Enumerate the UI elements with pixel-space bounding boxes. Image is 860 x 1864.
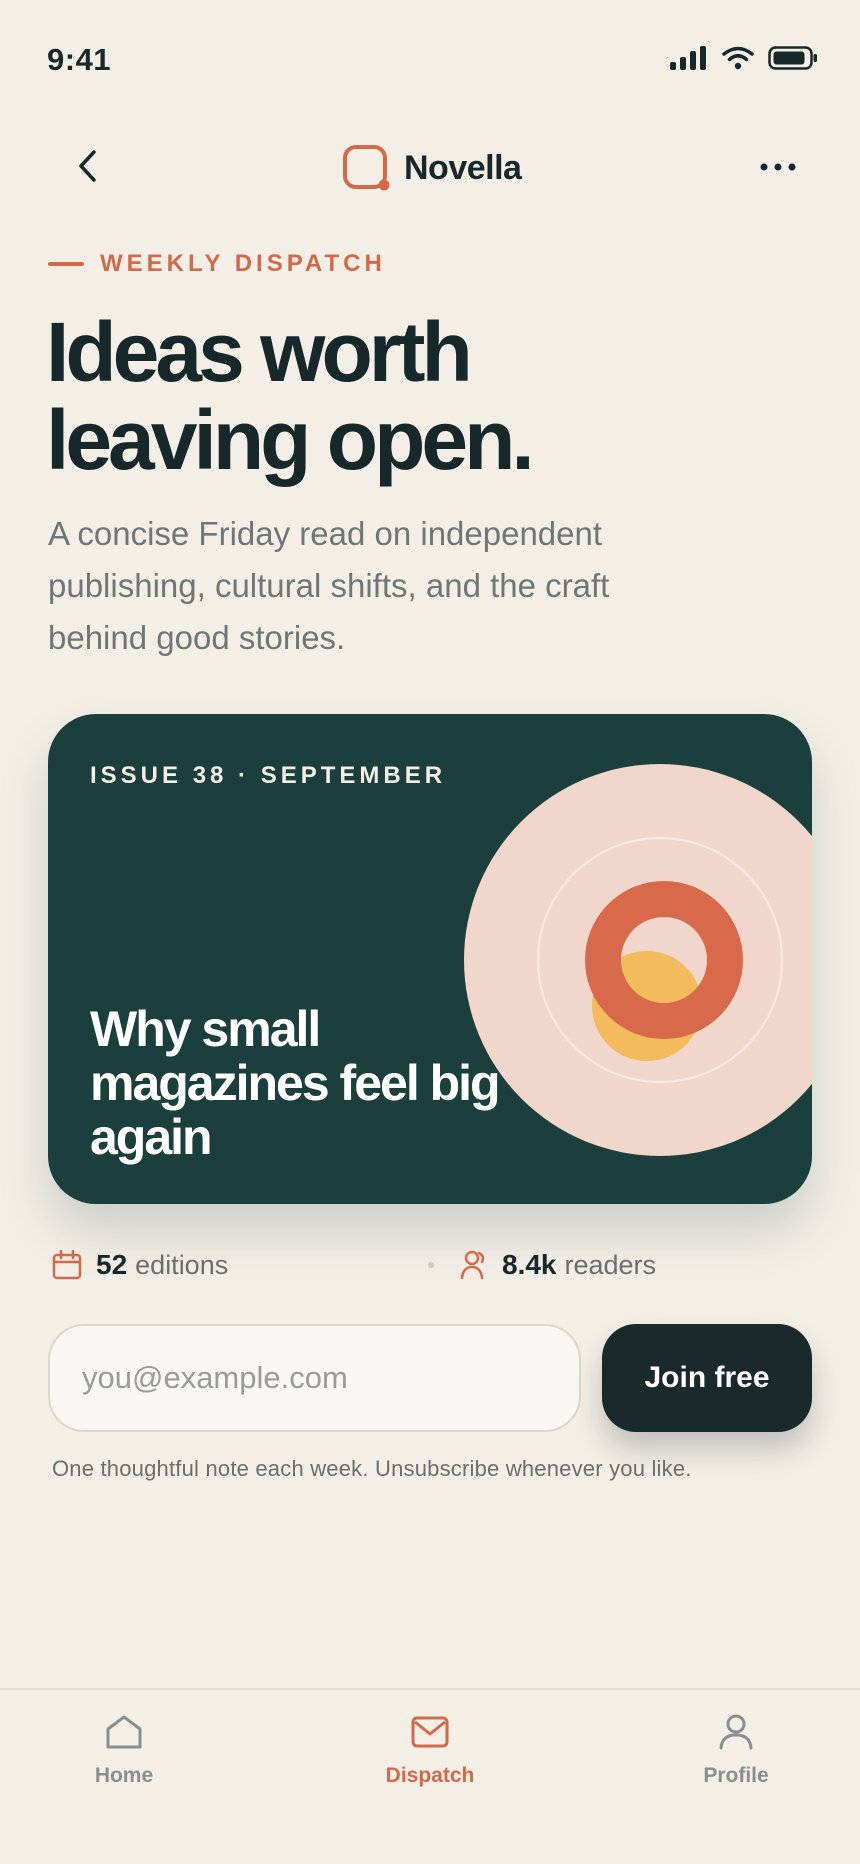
readers-label: readers — [564, 1249, 657, 1280]
tab-profile[interactable]: Profile — [666, 1714, 806, 1788]
signal-icon — [670, 46, 706, 70]
tab-profile-label: Profile — [703, 1764, 769, 1787]
novella-logo-icon — [343, 145, 390, 191]
page-subtitle: A concise Friday read on independent pub… — [48, 515, 610, 656]
status-icons — [670, 46, 818, 70]
email-field[interactable] — [48, 1324, 581, 1432]
issue-label: ISSUE 38 · SEPTEMBER — [90, 762, 447, 789]
status-time: 9:41 — [47, 42, 112, 77]
eyebrow-text: WEEKLY DISPATCH — [100, 250, 386, 277]
stats-separator — [428, 1262, 434, 1268]
brand-name: Novella — [404, 148, 522, 187]
join-free-button[interactable]: Join free — [602, 1324, 812, 1432]
tab-dispatch-label: Dispatch — [385, 1764, 475, 1787]
user-icon — [460, 1250, 485, 1280]
home-icon — [106, 1715, 142, 1749]
status-bar: 9:41 — [0, 0, 860, 120]
back-button[interactable] — [62, 140, 114, 192]
battery-icon — [768, 46, 817, 70]
editions-stat: 52 editions — [52, 1242, 228, 1288]
tab-home[interactable]: Home — [54, 1714, 194, 1788]
readers-count: 8.4k — [502, 1249, 557, 1280]
eyebrow: WEEKLY DISPATCH — [48, 250, 386, 278]
issue-artwork — [464, 764, 812, 1156]
more-horizontal-icon — [760, 163, 796, 171]
brand: Novella — [342, 144, 522, 192]
readers-stat: 8.4k readers — [460, 1242, 656, 1288]
editions-label: editions — [135, 1249, 229, 1280]
more-button[interactable] — [748, 144, 808, 190]
calendar-icon — [52, 1250, 82, 1280]
user-icon — [719, 1714, 753, 1750]
chevron-left-icon — [79, 150, 96, 182]
tab-bar: Home Dispatch Profile — [0, 1688, 860, 1864]
editions-count: 52 — [96, 1249, 128, 1280]
featured-issue-card[interactable]: ISSUE 38 · SEPTEMBER Why small magazines… — [48, 714, 812, 1204]
wifi-icon — [722, 46, 754, 70]
stats-row: 52 editions 8.4k readers — [48, 1242, 812, 1288]
mail-icon — [411, 1716, 449, 1748]
tab-home-label: Home — [94, 1764, 154, 1787]
eyebrow-line — [48, 262, 84, 266]
tab-dispatch[interactable]: Dispatch — [360, 1714, 500, 1788]
page-title: Ideas worth leaving open. — [46, 305, 535, 487]
signup-fineprint: One thoughtful note each week. Unsubscri… — [52, 1456, 692, 1481]
